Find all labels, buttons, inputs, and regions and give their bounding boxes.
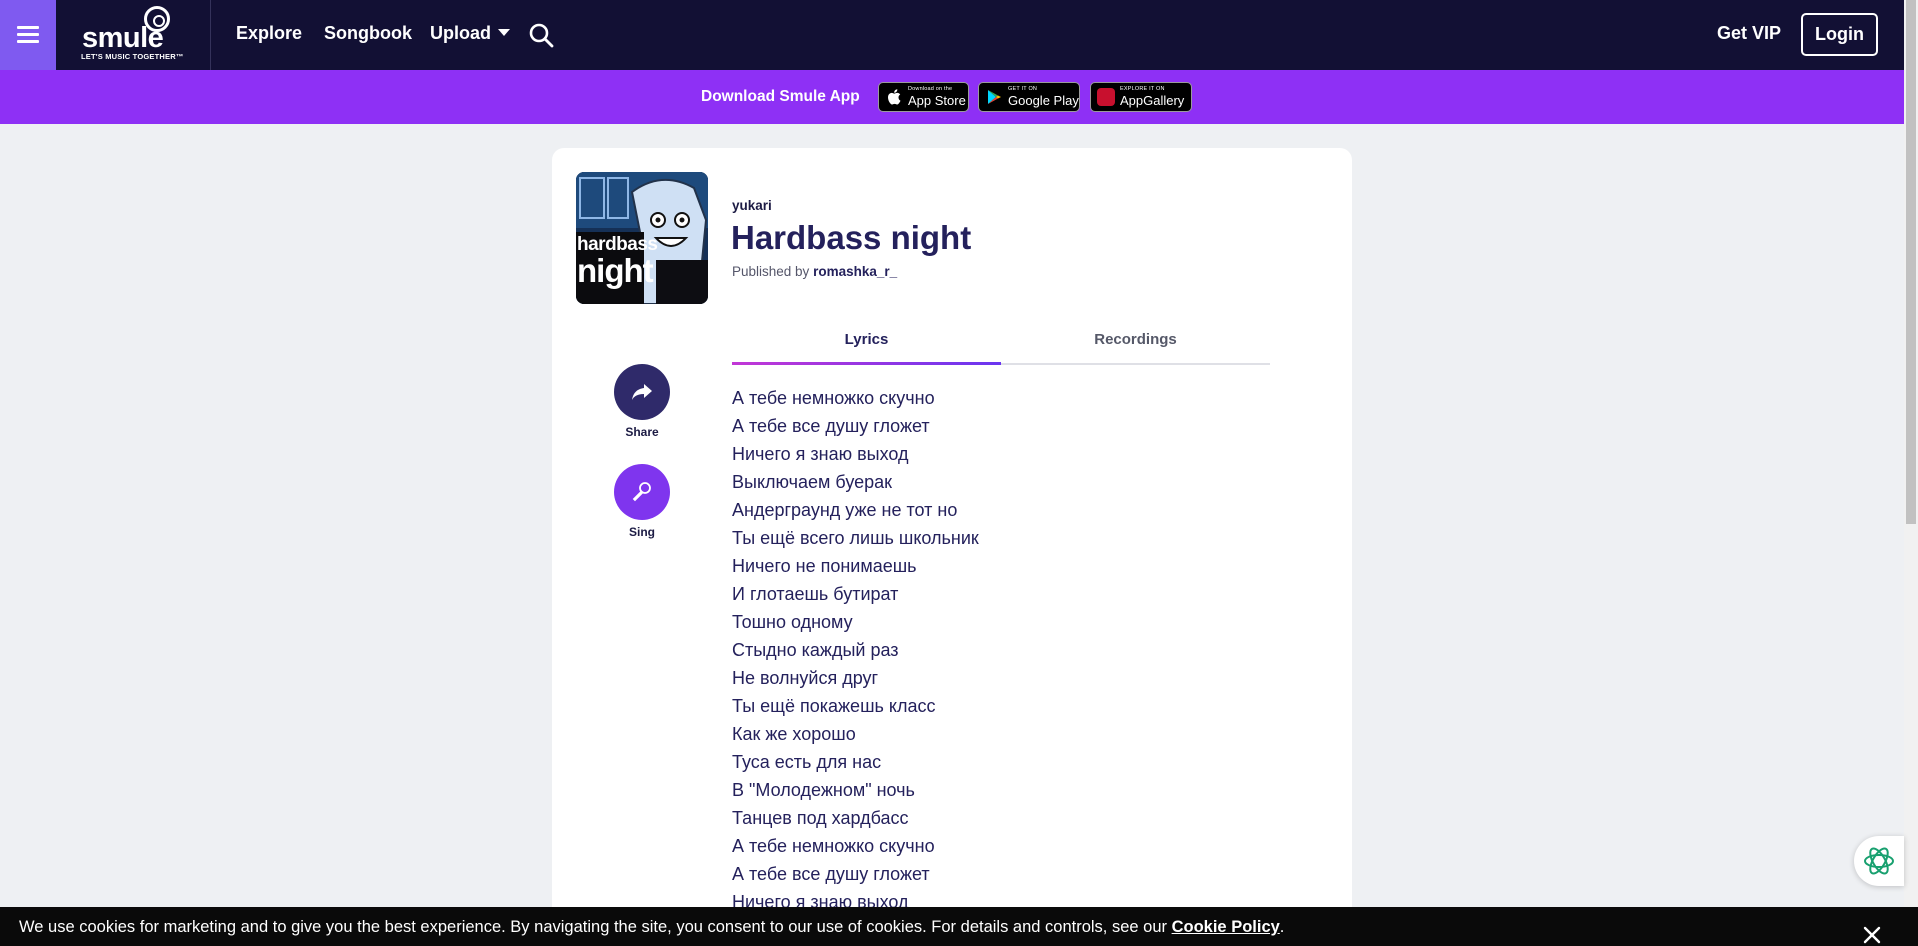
lyric-line: А тебе все душу гложет: [732, 864, 930, 884]
share-label: Share: [625, 425, 659, 439]
published-prefix: Published by: [732, 264, 810, 279]
download-app-text: Download Smule App: [701, 88, 860, 105]
lyric-line: Выключаем буерак: [732, 472, 893, 492]
app-store-small: Download on the: [908, 86, 953, 93]
apple-icon: [884, 87, 904, 107]
chat-assistant-icon: [1864, 847, 1894, 875]
nav-divider: [210, 0, 211, 70]
lyrics-body: А тебе немножко скучно А тебе все душу гл…: [732, 384, 1272, 916]
nav-upload[interactable]: Upload: [430, 23, 510, 44]
close-icon[interactable]: [1861, 924, 1883, 946]
logo-wordmark: smule: [82, 22, 164, 54]
login-button[interactable]: Login: [1801, 13, 1878, 56]
cookie-suffix: .: [1279, 918, 1285, 936]
sing-label: Sing: [629, 525, 655, 539]
nav-explore[interactable]: Explore: [236, 23, 302, 44]
get-vip-link[interactable]: Get VIP: [1717, 23, 1781, 44]
song-artist[interactable]: yukari: [732, 198, 772, 213]
song-title: Hardbass night: [731, 219, 972, 256]
sing-button[interactable]: [614, 464, 670, 520]
app-store-big: App Store: [908, 92, 966, 108]
tab-active-indicator: [732, 362, 1001, 365]
lyric-line: Как же хорошо: [732, 724, 856, 744]
cookie-text: We use cookies for marketing and to give…: [19, 918, 1172, 936]
publisher-link[interactable]: romashka_r_: [813, 264, 897, 279]
google-play-badge[interactable]: GET IT ON Google Play: [978, 82, 1080, 112]
microphone-icon: [632, 482, 651, 502]
scrollbar-thumb[interactable]: [1906, 0, 1916, 524]
published-by: Published by romashka_r_: [732, 264, 897, 279]
share-arrow-icon: [632, 384, 652, 400]
caret-down-icon: [498, 29, 510, 36]
lyric-line: Не волнуйся друг: [732, 668, 879, 688]
google-play-small: GET IT ON: [1008, 86, 1038, 93]
lyric-line: Андерграунд уже не тот но: [732, 500, 958, 520]
google-play-icon: [984, 87, 1004, 107]
lyric-line: И глотаешь бутират: [732, 584, 899, 604]
app-store-badge[interactable]: Download on the App Store: [878, 82, 969, 112]
nav-upload-label: Upload: [430, 23, 491, 43]
lyric-line: Стыдно каждый раз: [732, 640, 899, 660]
chat-assistant-button[interactable]: [1854, 836, 1904, 886]
lyric-line: Танцев под хардбасс: [732, 808, 909, 828]
lyric-line: Ничего не понимаешь: [732, 556, 917, 576]
logo-tagline: LET'S MUSIC TOGETHER™: [81, 52, 184, 61]
search-icon[interactable]: [528, 22, 554, 48]
menu-button[interactable]: [0, 0, 56, 70]
app-gallery-badge[interactable]: EXPLORE IT ON AppGallery: [1090, 82, 1192, 112]
hamburger-icon: [17, 26, 39, 44]
lyric-line: А тебе немножко скучно: [732, 836, 935, 856]
download-app-bar: Download Smule App Download on the App St…: [0, 70, 1904, 124]
lyric-line: В "Молодежном" ночь: [732, 780, 915, 800]
cookie-policy-link[interactable]: Cookie Policy: [1172, 918, 1280, 936]
huawei-icon: [1096, 87, 1116, 107]
song-cover-art: hardbass night: [576, 172, 708, 304]
lyric-line: Тошно одному: [732, 612, 853, 632]
top-nav: smule LET'S MUSIC TOGETHER™ Explore Song…: [0, 0, 1904, 70]
app-gallery-big: AppGallery: [1120, 92, 1185, 108]
cookie-banner: We use cookies for marketing and to give…: [0, 907, 1918, 946]
app-gallery-small: EXPLORE IT ON: [1120, 86, 1165, 93]
google-play-big: Google Play: [1008, 92, 1079, 108]
tab-lyrics[interactable]: Lyrics: [732, 331, 1001, 348]
nav-songbook[interactable]: Songbook: [324, 23, 412, 44]
cover-text-night: night: [577, 252, 654, 289]
lyric-line: Ты ещё покажешь класс: [732, 696, 936, 716]
lyric-line: Туса есть для нас: [732, 752, 882, 772]
lyric-line: Ты ещё всего лишь школьник: [732, 528, 979, 548]
lyric-line: Ничего я знаю выход: [732, 444, 909, 464]
lyric-line: А тебе немножко скучно: [732, 388, 935, 408]
tab-recordings[interactable]: Recordings: [1001, 331, 1270, 348]
cookie-message: We use cookies for marketing and to give…: [19, 918, 1284, 937]
smule-logo[interactable]: smule LET'S MUSIC TOGETHER™: [70, 4, 200, 66]
share-button[interactable]: [614, 364, 670, 420]
lyric-line: А тебе все душу гложет: [732, 416, 930, 436]
